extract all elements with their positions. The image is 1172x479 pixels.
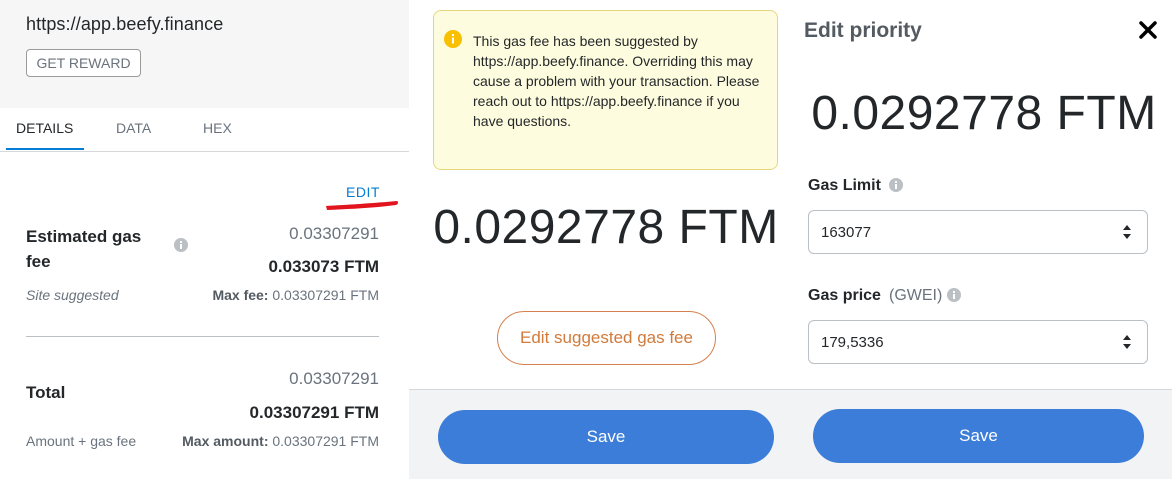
gas-fee-secondary-amount: 0.03307291 bbox=[289, 224, 379, 243]
gas-price-unit: (GWEI) bbox=[889, 287, 943, 304]
site-suggested-label: Site suggested bbox=[26, 287, 119, 303]
priority-gas-amount: 0.0292778 FTM bbox=[811, 87, 1157, 140]
gas-limit-input[interactable] bbox=[808, 210, 1148, 254]
save-button[interactable]: Save bbox=[813, 409, 1144, 463]
section-divider bbox=[26, 336, 379, 337]
footer-divider bbox=[796, 389, 1172, 390]
active-tab-indicator bbox=[6, 148, 84, 150]
gas-price-label: Gas price bbox=[808, 287, 881, 304]
max-fee-row: Max fee: 0.03307291 FTM bbox=[212, 287, 379, 303]
site-origin: https://app.beefy.finance bbox=[26, 14, 224, 34]
info-icon[interactable] bbox=[889, 178, 903, 192]
gas-warning-text: This gas fee has been suggested by https… bbox=[473, 33, 760, 129]
gas-fee-primary-amount: 0.033073 FTM bbox=[268, 257, 379, 276]
total-primary-amount: 0.03307291 FTM bbox=[249, 403, 379, 422]
max-fee-label: Max fee: bbox=[212, 287, 269, 303]
red-annotation-underline bbox=[326, 201, 398, 210]
gas-limit-label: Gas Limit bbox=[808, 177, 881, 194]
gas-fee-amount: 0.0292778 FTM bbox=[433, 201, 779, 254]
max-amount-label: Max amount: bbox=[182, 433, 269, 449]
close-icon[interactable] bbox=[1137, 19, 1159, 41]
info-icon[interactable] bbox=[174, 238, 188, 252]
edit-suggested-gas-fee-button[interactable]: Edit suggested gas fee bbox=[497, 311, 716, 365]
save-button[interactable]: Save bbox=[438, 410, 774, 464]
estimated-gas-fee-title: Estimated gas fee bbox=[26, 227, 142, 271]
edit-priority-title: Edit priority bbox=[804, 19, 922, 42]
max-amount-value: 0.03307291 FTM bbox=[272, 433, 379, 449]
max-fee-value: 0.03307291 FTM bbox=[272, 287, 379, 303]
stepper-icon[interactable] bbox=[1122, 334, 1132, 350]
tab-data[interactable]: DATA bbox=[116, 120, 151, 136]
tab-details[interactable]: DETAILS bbox=[16, 120, 73, 136]
max-amount-row: Max amount: 0.03307291 FTM bbox=[182, 433, 379, 449]
total-secondary-amount: 0.03307291 bbox=[289, 369, 379, 388]
total-title: Total bbox=[26, 383, 66, 402]
gas-price-input[interactable] bbox=[808, 320, 1148, 364]
amount-plus-gas-label: Amount + gas fee bbox=[26, 433, 137, 449]
tab-divider bbox=[0, 151, 409, 152]
info-icon[interactable] bbox=[947, 288, 961, 302]
warning-icon bbox=[444, 30, 462, 48]
method-button[interactable]: GET REWARD bbox=[26, 49, 141, 77]
stepper-icon[interactable] bbox=[1122, 224, 1132, 240]
tab-hex[interactable]: HEX bbox=[203, 120, 232, 136]
footer-divider bbox=[409, 389, 796, 390]
